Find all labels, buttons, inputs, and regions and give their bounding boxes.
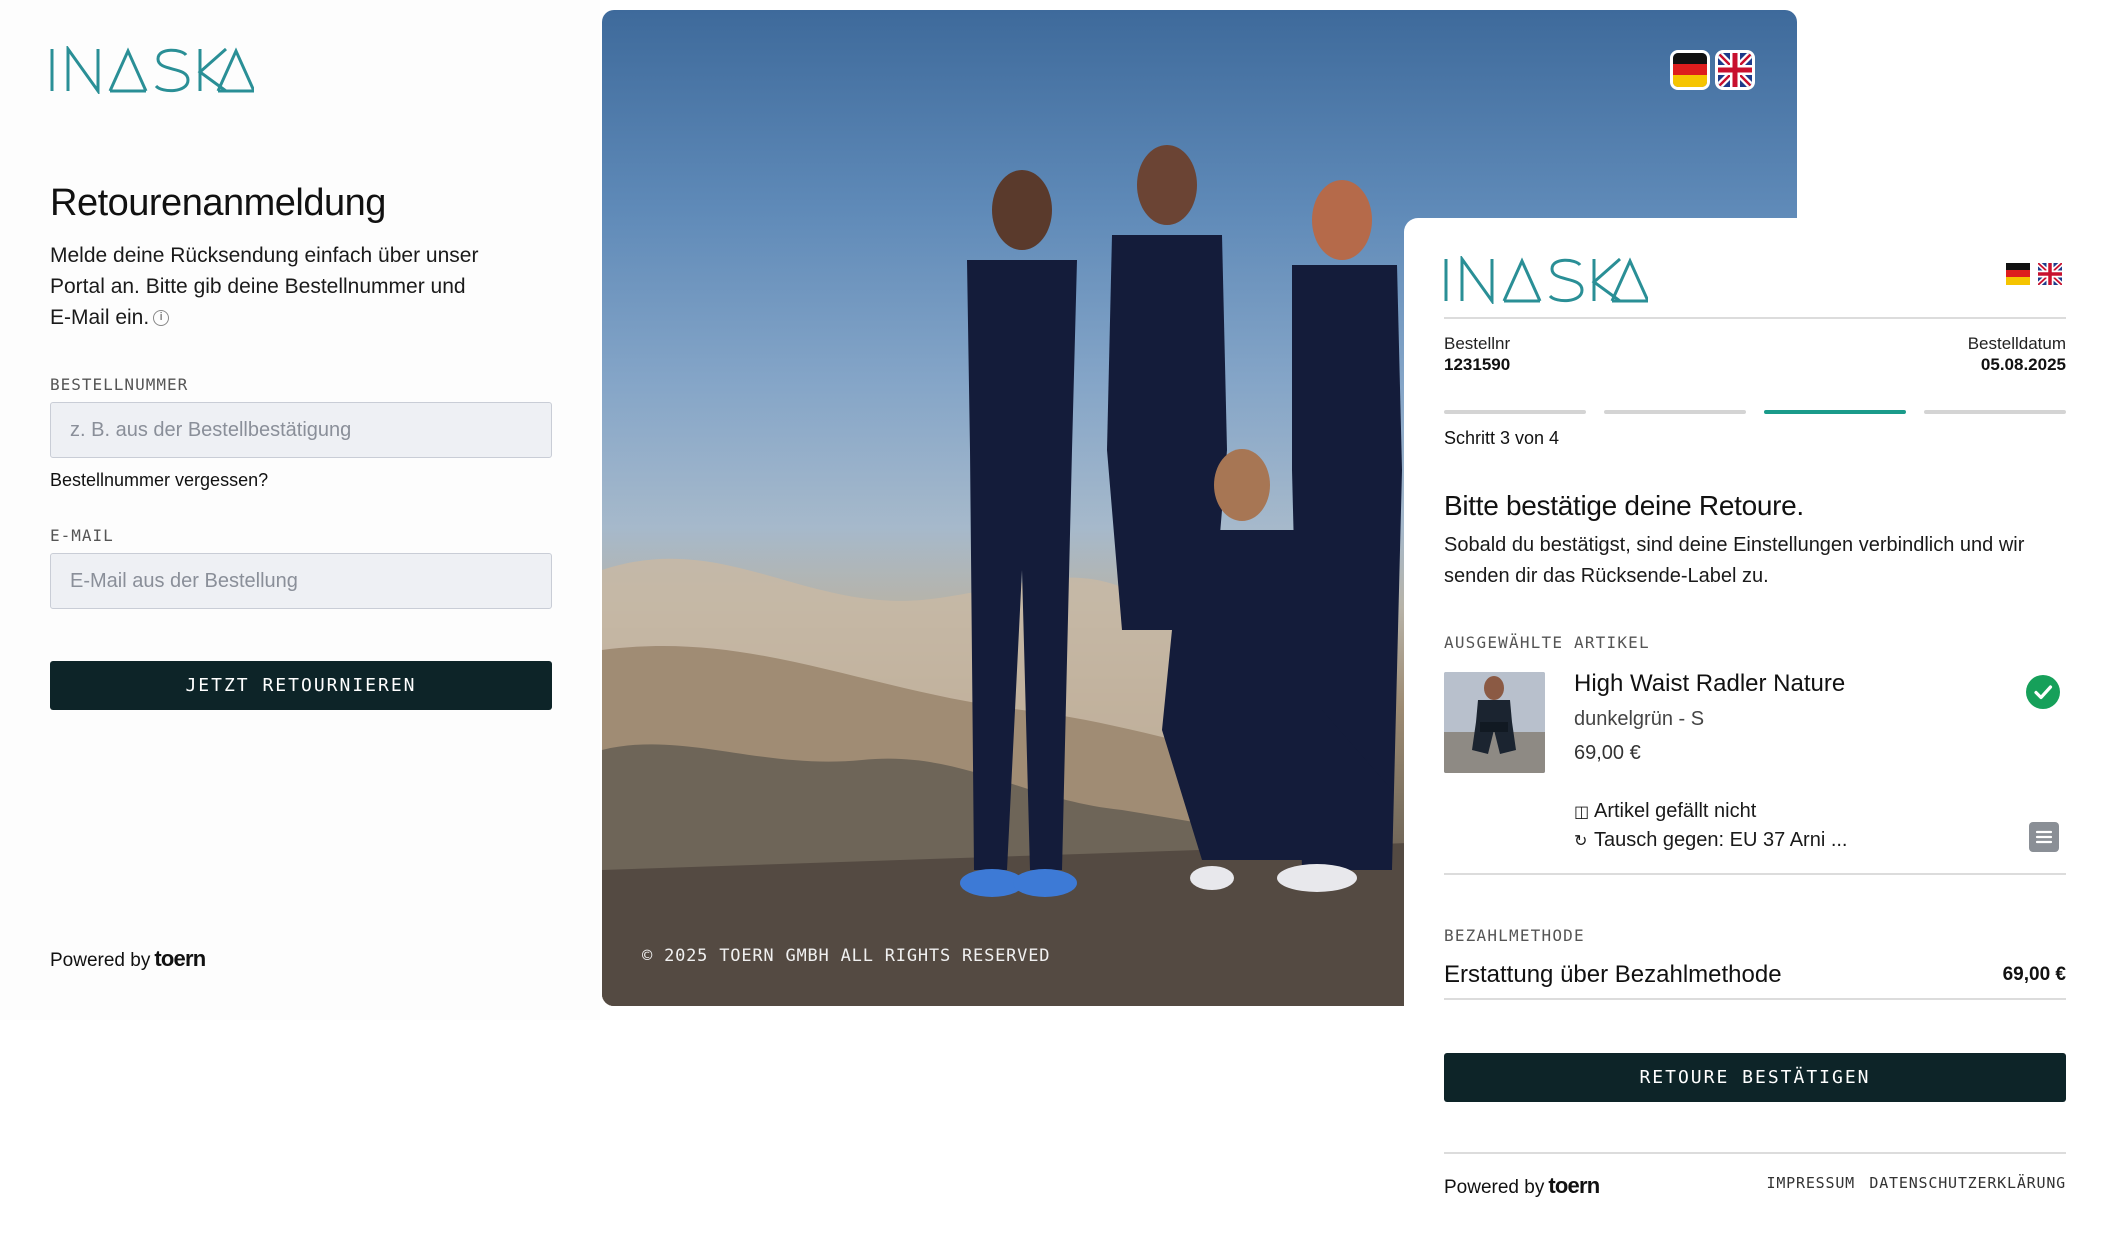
login-description: Melde deine Rücksendung einfach über uns…	[50, 240, 490, 333]
privacy-policy-link[interactable]: DATENSCHUTZERKLÄRUNG	[1869, 1174, 2066, 1192]
german-flag-icon[interactable]	[2006, 263, 2030, 285]
step-indicator-2	[1604, 410, 1746, 414]
item-divider	[1444, 873, 2066, 875]
inaska-logo	[1444, 256, 1648, 304]
step-text: Schritt 3 von 4	[1444, 428, 1560, 448]
powered-by-text: Powered by	[1444, 1177, 1545, 1198]
login-panel: Retourenanmeldung Melde deine Rücksendun…	[0, 0, 600, 1020]
submit-return-button[interactable]: JETZT RETOURNIEREN	[50, 661, 552, 710]
step-indicator-1	[1444, 410, 1586, 414]
email-input[interactable]	[50, 553, 552, 609]
page-title: Retourenanmeldung	[50, 182, 386, 224]
imprint-link[interactable]: IMPRESSUM	[1767, 1174, 1855, 1192]
forgot-order-number-link[interactable]: Bestellnummer vergessen?	[50, 470, 268, 491]
powered-by-text: Powered by	[50, 950, 151, 971]
step-indicator-4	[1924, 410, 2066, 414]
uk-flag-icon[interactable]	[2038, 263, 2062, 285]
order-number-input[interactable]	[50, 402, 552, 458]
german-flag-icon[interactable]	[1670, 50, 1710, 90]
copyright-text: © 2025 TOERN GMBH ALL RIGHTS RESERVED	[642, 946, 1051, 966]
order-date-value: 05.08.2025	[1980, 355, 2066, 374]
exchange-info-text: Tausch gegen: EU 37 Arni ...	[1594, 829, 1848, 851]
toern-logo[interactable]: toern	[1548, 1173, 1600, 1198]
header-divider	[1444, 317, 2066, 319]
info-icon[interactable]: i	[153, 310, 170, 326]
email-label: E-MAIL	[50, 526, 114, 545]
return-reason: ◫ Artikel gefällt nicht	[1574, 800, 1756, 823]
order-number-label: Bestellnr	[1444, 334, 1511, 353]
login-description-text: Melde deine Rücksendung einfach über uns…	[50, 244, 479, 329]
order-number-label: BESTELLNUMMER	[50, 375, 189, 394]
product-image	[1444, 672, 1545, 773]
exchange-info: ↻ Tausch gegen: EU 37 Arni ...	[1574, 829, 1848, 852]
product-variant: dunkelgrün - S	[1574, 708, 1705, 730]
order-number-value: 1231590	[1444, 355, 1511, 374]
confirmation-description: Sobald du bestätigst, sind deine Einstel…	[1444, 534, 2025, 587]
payment-divider	[1444, 998, 2066, 1000]
inaska-logo	[50, 46, 254, 94]
payment-method-label: BEZAHLMETHODE	[1444, 926, 1585, 945]
checkmark-icon[interactable]	[2026, 675, 2060, 709]
selected-items-label: AUSGEWÄHLTE ARTIKEL	[1444, 633, 1650, 652]
return-confirmation-card: Bestellnr 1231590 Bestelldatum 05.08.202…	[1404, 218, 2106, 1236]
step-indicator-3	[1764, 410, 1906, 414]
payment-method: Erstattung über Bezahlmethode	[1444, 961, 1782, 988]
return-reason-text: Artikel gefällt nicht	[1594, 800, 1757, 822]
reason-tag-icon: ◫	[1574, 804, 1590, 821]
powered-by: Powered by toern	[50, 946, 206, 972]
powered-by: Powered by toern	[1444, 1173, 1600, 1199]
note-icon[interactable]	[2029, 822, 2059, 852]
payment-amount: 69,00 €	[2002, 964, 2066, 985]
footer-divider	[1444, 1152, 2066, 1154]
product-name: High Waist Radler Nature	[1574, 670, 1846, 697]
order-date-label: Bestelldatum	[1967, 334, 2066, 353]
toern-logo[interactable]: toern	[154, 946, 206, 971]
uk-flag-icon[interactable]	[1715, 50, 1755, 90]
confirm-return-button[interactable]: RETOURE BESTÄTIGEN	[1444, 1053, 2066, 1102]
product-price: 69,00 €	[1574, 742, 1641, 764]
confirmation-title: Bitte bestätige deine Retoure.	[1444, 490, 1804, 521]
exchange-icon: ↻	[1574, 833, 1588, 850]
